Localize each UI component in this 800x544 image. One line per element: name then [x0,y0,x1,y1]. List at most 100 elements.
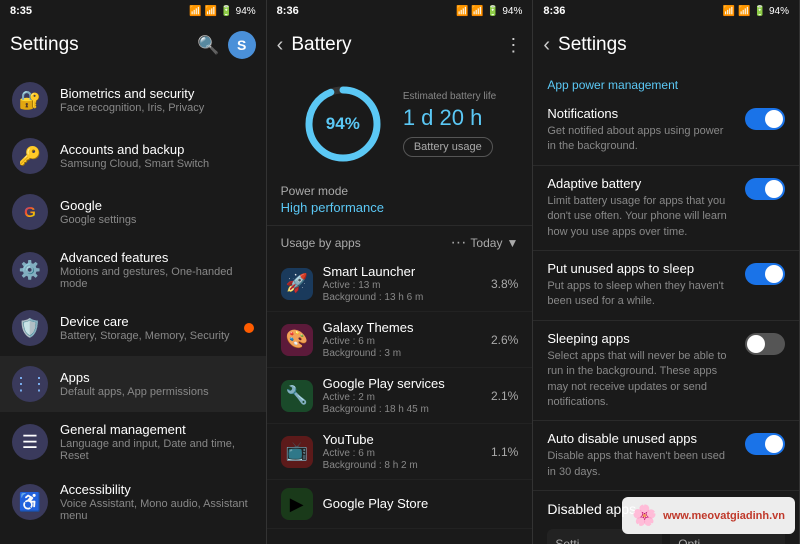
status-bar-3: 8:36 📶 📶 🔋 94% [533,0,799,22]
toggle-sleeping-apps[interactable] [745,333,785,355]
battery-content: 94% Estimated battery life 1 d 20 h Batt… [267,68,533,544]
avatar[interactable]: S [228,31,256,59]
setting-text-general: General management Language and input, D… [60,422,254,462]
notification-badge [244,323,254,333]
usage-date: Today [470,236,502,250]
setting-text-accounts: Accounts and backup Samsung Cloud, Smart… [60,142,254,170]
app-bg-2: Background : 18 h 45 m [323,404,481,415]
setting-subtitle-google: Google settings [60,214,254,226]
battery-title: Battery [291,34,496,56]
power-item-notifications: Notifications Get notified about apps us… [533,96,799,166]
battery-circle: 94% [303,84,383,164]
setting-subtitle-general: Language and input, Date and time, Reset [60,438,254,462]
sidebar-item-biometrics[interactable]: 🔐 Biometrics and security Face recogniti… [0,72,266,128]
setting-subtitle-apps: Default apps, App permissions [60,386,254,398]
app-name-4: Google Play Store [323,496,509,511]
power-item-title-sleeping-apps: Sleeping apps [547,331,735,346]
status-icons-1: 📶 📶 🔋 94% [189,6,255,17]
power-items-list: Notifications Get notified about apps us… [533,96,799,491]
app-usage-item-1[interactable]: 🎨 Galaxy Themes Active : 6 m Background … [267,312,533,368]
power-item-desc-sleeping-apps: Select apps that will never be able to r… [547,349,735,411]
settings-title: Settings [10,34,189,56]
app-usage-text-1: Galaxy Themes Active : 6 m Background : … [323,320,481,359]
app-power-section-title: App power management [533,68,799,96]
app-usage-item-2[interactable]: 🔧 Google Play services Active : 2 m Back… [267,368,533,424]
app-percent-3: 1.1% [491,445,518,459]
power-item-desc-auto-disable: Disable apps that haven't been used in 3… [547,449,735,480]
toggle-notifications[interactable] [745,108,785,130]
sidebar-item-apps[interactable]: ⋮⋮ Apps Default apps, App permissions [0,356,266,412]
power-item-text-notifications: Notifications Get notified about apps us… [547,106,735,155]
battery-app-bar: ‹ Battery ⋮ [267,22,533,68]
app-name-0: Smart Launcher [323,264,481,279]
setting-subtitle-biometrics: Face recognition, Iris, Privacy [60,102,254,114]
power-item-adaptive-battery: Adaptive battery Limit battery usage for… [533,166,799,251]
power-app-bar: ‹ Settings [533,22,799,68]
sidebar-item-advanced[interactable]: ⚙️ Advanced features Motions and gesture… [0,240,266,300]
setting-title-apps: Apps [60,370,254,385]
status-icons-3: 📶 📶 🔋 94% [723,6,789,17]
power-item-text-put-unused-sleep: Put unused apps to sleep Put apps to sle… [547,261,735,310]
setting-icon-accessibility: ♿ [12,484,48,520]
toggle-adaptive-battery[interactable] [745,178,785,200]
back-button-battery[interactable]: ‹ [277,34,284,57]
app-usage-item-3[interactable]: 📺 YouTube Active : 6 m Background : 8 h … [267,424,533,480]
watermark-overlay: 🌸 www.meovatgiadinh.vn [622,497,795,534]
app-active-1: Active : 6 m [323,336,481,347]
setting-title-device-care: Device care [60,314,232,329]
sidebar-item-general[interactable]: ☰ General management Language and input,… [0,412,266,472]
battery-icon-3: 🔋 [754,6,766,17]
setting-icon-general: ☰ [12,424,48,460]
app-usage-item-0[interactable]: 🚀 Smart Launcher Active : 13 m Backgroun… [267,256,533,312]
app-icon-3: 📺 [281,436,313,468]
setting-icon-google: G [12,194,48,230]
settings-panel: 8:35 📶 📶 🔋 94% Settings 🔍 S 🔐 Biometrics… [0,0,267,544]
app-bg-3: Background : 8 h 2 m [323,460,481,471]
battery-usage-button[interactable]: Battery usage [403,137,493,157]
setting-icon-advanced: ⚙️ [12,252,48,288]
power-item-put-unused-sleep: Put unused apps to sleep Put apps to sle… [533,251,799,321]
sidebar-item-accounts[interactable]: 🔑 Accounts and backup Samsung Cloud, Sma… [0,128,266,184]
settings-app-bar: Settings 🔍 S [0,22,266,68]
power-scroll: App power management Notifications Get n… [533,68,799,544]
power-item-desc-notifications: Get notified about apps using power in t… [547,124,735,155]
sidebar-item-accessibility[interactable]: ♿ Accessibility Voice Assistant, Mono au… [0,472,266,532]
watermark-logo-icon: 🌸 [632,503,657,528]
power-item-desc-adaptive-battery: Limit battery usage for apps that you do… [547,194,735,240]
status-icons-2: 📶 📶 🔋 94% [456,6,522,17]
usage-today[interactable]: Today ▼ [470,236,518,250]
back-button-power[interactable]: ‹ [543,34,550,57]
app-usage-text-3: YouTube Active : 6 m Background : 8 h 2 … [323,432,481,471]
app-percent-1: 2.6% [491,333,518,347]
app-usage-text-4: Google Play Store [323,496,509,512]
search-icon[interactable]: 🔍 [197,35,219,56]
signal-icon: 📶 [189,6,201,17]
setting-subtitle-accounts: Samsung Cloud, Smart Switch [60,158,254,170]
power-item-title-adaptive-battery: Adaptive battery [547,176,735,191]
power-item-desc-put-unused-sleep: Put apps to sleep when they haven't been… [547,279,735,310]
setting-title-google: Google [60,198,254,213]
app-bg-0: Background : 13 h 6 m [323,292,481,303]
setting-text-accessibility: Accessibility Voice Assistant, Mono audi… [60,482,254,522]
sidebar-item-google[interactable]: G Google Google settings [0,184,266,240]
setting-text-advanced: Advanced features Motions and gestures, … [60,250,254,290]
app-name-1: Galaxy Themes [323,320,481,335]
toggle-put-unused-sleep[interactable] [745,263,785,285]
app-usage-item-4[interactable]: ▶ Google Play Store [267,480,533,529]
more-icon-battery[interactable]: ⋮ [504,35,522,56]
app-icon-4: ▶ [281,488,313,520]
power-item-sleeping-apps: Sleeping apps Select apps that will neve… [533,321,799,422]
usage-dots: ··· [450,234,466,252]
wifi-icon-2: 📶 [471,6,483,17]
app-icon-0: 🚀 [281,268,313,300]
toggle-auto-disable[interactable] [745,433,785,455]
battery-estimated-label: Estimated battery life [403,91,496,102]
power-mode-value[interactable]: High performance [281,200,519,215]
app-bg-1: Background : 3 m [323,348,481,359]
setting-icon-accounts: 🔑 [12,138,48,174]
sidebar-item-device-care[interactable]: 🛡️ Device care Battery, Storage, Memory,… [0,300,266,356]
signal-icon-2: 📶 [456,6,468,17]
setting-title-accessibility: Accessibility [60,482,254,497]
app-icon-2: 🔧 [281,380,313,412]
power-mode-label: Power mode [281,184,519,198]
